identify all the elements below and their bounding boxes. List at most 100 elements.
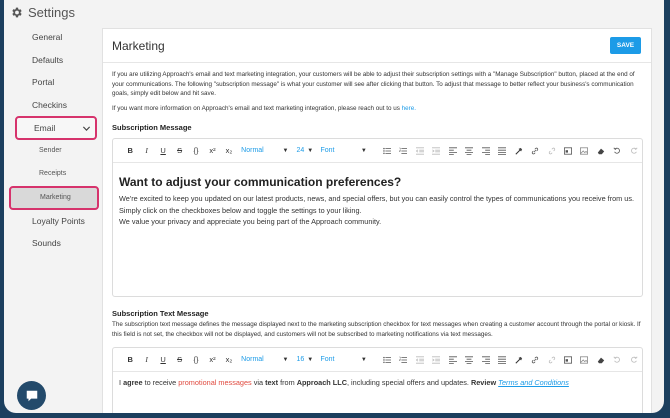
superscript-button[interactable]: x² [204, 146, 220, 155]
agree-text: to receive [142, 378, 179, 387]
font-select[interactable]: Font ▼ [320, 147, 366, 154]
sidebar-item-general[interactable]: General [4, 26, 102, 49]
italic-button[interactable]: I [138, 146, 154, 155]
unlink-icon[interactable] [543, 355, 559, 364]
terms-link[interactable]: Terms and Conditions [498, 378, 569, 387]
font-select[interactable]: Font ▼ [320, 356, 366, 363]
more-info-text: If you want more information on Approach… [112, 104, 643, 114]
strikethrough-button[interactable]: S [171, 146, 187, 155]
align-left-icon[interactable] [445, 355, 461, 364]
sidebar-item-receipts[interactable]: Receipts [4, 163, 102, 186]
message-line: We value your privacy and appreciate you… [119, 217, 382, 226]
align-center-icon[interactable] [461, 355, 477, 364]
align-justify-icon[interactable] [494, 355, 510, 364]
undo-icon[interactable] [609, 355, 625, 364]
subscription-message-editor[interactable]: B I U S {} x² x₂ Normal ▼ 24 ▼ Font ▼ Wa… [112, 138, 643, 297]
bullet-list-icon[interactable] [379, 146, 395, 155]
gear-icon [12, 7, 22, 17]
redo-icon[interactable] [626, 146, 642, 155]
strikethrough-button[interactable]: S [171, 355, 187, 364]
style-select-value: Normal [241, 147, 264, 154]
save-button[interactable]: SAVE [610, 37, 641, 54]
message-line: We're excited to keep you updated on our… [119, 194, 635, 203]
sidebar: General Defaults Portal Checkins Email S… [4, 26, 102, 255]
agree-text: , including special offers and updates. [346, 378, 471, 387]
size-select-value: 16 [296, 356, 305, 363]
numbered-list-icon[interactable] [395, 355, 411, 364]
align-right-icon[interactable] [478, 355, 494, 364]
caret-down-icon: ▼ [360, 356, 367, 363]
redo-icon[interactable] [626, 355, 642, 364]
sidebar-item-portal[interactable]: Portal [4, 71, 102, 94]
indent-icon[interactable] [428, 146, 444, 155]
superscript-button[interactable]: x² [204, 355, 220, 364]
agree-text: via [251, 378, 266, 387]
message-line: Simply click on the checkboxes below and… [119, 205, 362, 215]
undo-icon[interactable] [609, 146, 625, 155]
outdent-icon[interactable] [412, 146, 428, 155]
sidebar-item-marketing[interactable]: Marketing [9, 185, 99, 210]
image-icon[interactable] [576, 146, 592, 155]
size-select-value: 24 [296, 147, 305, 154]
bold-button[interactable]: B [122, 355, 138, 364]
eraser-icon[interactable] [593, 355, 609, 364]
agree-bold: Review [470, 378, 497, 387]
size-select[interactable]: 24 ▼ [296, 147, 313, 154]
subscription-text-body[interactable]: I agree to receive promotional messages … [113, 372, 642, 387]
link-icon[interactable] [527, 146, 543, 155]
subscript-button[interactable]: x₂ [221, 146, 237, 155]
color-picker-icon[interactable] [510, 355, 526, 364]
color-picker-icon[interactable] [510, 146, 526, 155]
chat-icon [26, 390, 37, 401]
sidebar-item-checkins[interactable]: Checkins [4, 94, 102, 117]
bold-button[interactable]: B [122, 146, 138, 155]
align-justify-icon[interactable] [494, 146, 510, 155]
sidebar-item-loyalty-points[interactable]: Loyalty Points [4, 210, 102, 233]
chat-launcher-button[interactable] [17, 381, 46, 410]
style-select[interactable]: Normal ▼ [241, 356, 288, 363]
sidebar-item-defaults[interactable]: Defaults [4, 49, 102, 72]
sidebar-item-sounds[interactable]: Sounds [4, 232, 102, 255]
eraser-icon[interactable] [593, 146, 609, 155]
main-content: If you are utilizing Approach's email an… [103, 63, 651, 413]
style-select[interactable]: Normal ▼ [241, 147, 288, 154]
unlink-icon[interactable] [543, 146, 559, 155]
sidebar-item-sender[interactable]: Sender [4, 140, 102, 163]
subscription-message-body[interactable]: Want to adjust your communication prefer… [113, 163, 642, 234]
outdent-icon[interactable] [412, 355, 428, 364]
underline-button[interactable]: U [155, 355, 171, 364]
more-info-link[interactable]: here. [402, 105, 416, 112]
caret-down-icon: ▼ [307, 356, 314, 363]
link-icon[interactable] [527, 355, 543, 364]
message-heading: Want to adjust your communication prefer… [119, 175, 402, 189]
chevron-down-icon [82, 126, 91, 131]
underline-button[interactable]: U [155, 146, 171, 155]
agree-bold: Approach LLC [296, 378, 347, 387]
embed-icon[interactable] [560, 355, 576, 364]
intro-text: If you are utilizing Approach's email an… [112, 71, 635, 97]
subscription-text-description: The subscription text message defines th… [112, 321, 641, 338]
image-icon[interactable] [576, 355, 592, 364]
bullet-list-icon[interactable] [379, 355, 395, 364]
subscription-text-editor[interactable]: B I U S {} x² x₂ Normal ▼ 16 ▼ Font ▼ I … [112, 347, 643, 413]
numbered-list-icon[interactable] [395, 146, 411, 155]
subscript-button[interactable]: x₂ [221, 355, 237, 364]
style-select-value: Normal [241, 356, 264, 363]
caret-down-icon: ▼ [282, 147, 289, 154]
size-select[interactable]: 16 ▼ [296, 356, 314, 363]
code-button[interactable]: {} [188, 146, 204, 155]
agree-bold: agree [123, 378, 143, 387]
align-right-icon[interactable] [478, 146, 494, 155]
font-select-value: Font [320, 356, 335, 363]
main-panel: Marketing SAVE If you are utilizing Appr… [102, 28, 652, 413]
embed-icon[interactable] [560, 146, 576, 155]
subscription-message-title: Subscription Message [112, 123, 192, 132]
indent-icon[interactable] [428, 355, 444, 364]
italic-button[interactable]: I [138, 355, 154, 364]
caret-down-icon: ▼ [282, 356, 289, 363]
sidebar-item-email[interactable]: Email [15, 116, 97, 141]
code-button[interactable]: {} [188, 355, 204, 364]
align-left-icon[interactable] [445, 146, 461, 155]
align-center-icon[interactable] [461, 146, 477, 155]
more-info-label: If you want more information on Approach… [112, 104, 402, 112]
